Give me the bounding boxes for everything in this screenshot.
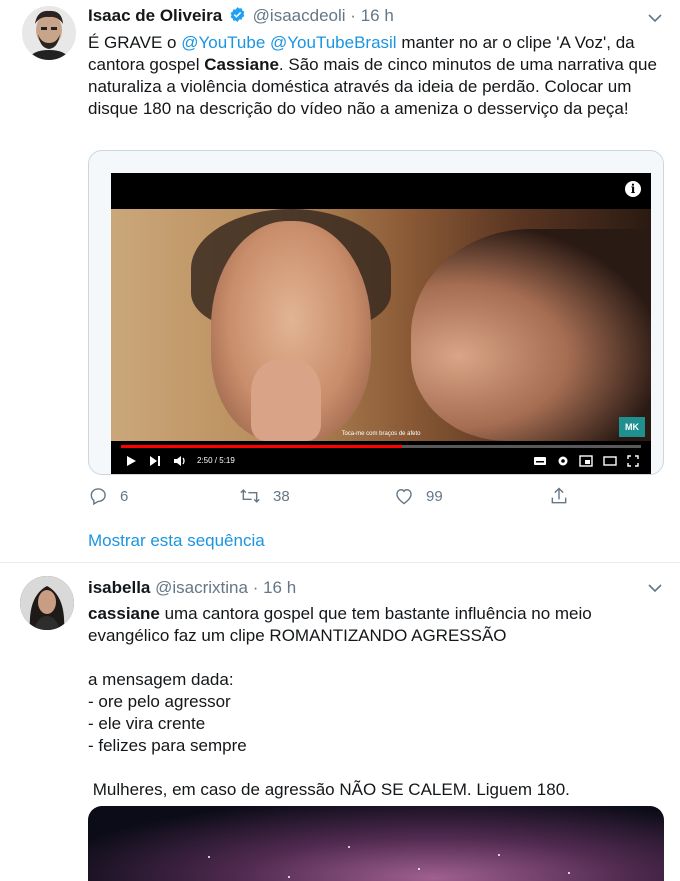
retweet-button[interactable]: 38 (239, 485, 290, 507)
text-line: cassiane uma cantora gospel que tem bast… (88, 603, 658, 647)
tweet-text: É GRAVE o @YouTube @YouTubeBrasil manter… (88, 32, 658, 120)
tweet-time[interactable]: 16 h (263, 578, 296, 597)
author-name[interactable]: isabella (88, 578, 150, 597)
media-card[interactable] (88, 806, 664, 881)
settings-icon[interactable] (557, 455, 569, 467)
like-count: 99 (426, 487, 443, 505)
tweet-text: cassiane uma cantora gospel que tem bast… (88, 603, 658, 801)
play-icon[interactable] (125, 455, 137, 467)
video-controls: 2:50 / 5:19 (111, 441, 651, 474)
author-name[interactable]: Isaac de Oliveira (88, 6, 222, 25)
time-readout: 2:50 / 5:19 (197, 456, 235, 465)
show-thread-link[interactable]: Mostrar esta sequência (88, 531, 265, 551)
star (418, 868, 420, 870)
star (288, 876, 290, 878)
next-icon[interactable] (149, 455, 161, 467)
star (348, 846, 350, 848)
info-icon[interactable]: i (625, 181, 641, 197)
video-subtitle: Toca-me com braços de afeto (341, 431, 421, 437)
miniplayer-icon[interactable] (579, 455, 593, 467)
separator: · (350, 6, 356, 25)
star (208, 856, 210, 858)
progress-bar[interactable] (121, 445, 641, 448)
avatar[interactable] (20, 576, 74, 630)
retweet-icon (239, 486, 261, 506)
author-handle[interactable]: @isaacdeoli (253, 6, 346, 25)
reply-icon (88, 486, 108, 506)
share-button[interactable] (549, 485, 569, 507)
verified-icon (229, 6, 246, 23)
star (498, 854, 500, 856)
reply-count: 6 (120, 487, 129, 505)
text-part: É GRAVE o (88, 33, 182, 52)
share-icon (549, 486, 569, 506)
volume-icon[interactable] (173, 455, 187, 467)
subtitles-icon[interactable] (533, 455, 547, 467)
tweet-actions: 6 38 99 (88, 485, 628, 507)
video-card[interactable]: i Toca-me com braços de afeto MK 2:50 / … (88, 150, 664, 475)
text-line: - ele vira crente (88, 714, 206, 733)
text-line: Mulheres, em caso de agressão NÃO SE CAL… (88, 780, 570, 799)
text-part: uma cantora gospel que tem bastante infl… (88, 604, 592, 645)
tweet-header: Isaac de Oliveira @isaacdeoli · 16 h (88, 6, 394, 26)
chevron-down-icon[interactable] (646, 9, 664, 27)
tweet-isabella[interactable]: isabella @isacrixtina · 16 h cassiane um… (0, 563, 680, 881)
text-line: - ore pelo agressor (88, 692, 231, 711)
tweet-header: isabella @isacrixtina · 16 h (88, 578, 296, 598)
mention-youtubebrasil[interactable]: @YouTubeBrasil (270, 33, 397, 52)
highlight-cassiane: cassiane (88, 604, 160, 623)
reply-button[interactable]: 6 (88, 485, 128, 507)
avatar[interactable] (22, 6, 76, 60)
text-line: - felizes para sempre (88, 736, 247, 755)
retweet-count: 38 (273, 487, 290, 505)
chevron-down-icon[interactable] (646, 579, 664, 597)
video-figure (411, 229, 651, 441)
tweet-isaac[interactable]: Isaac de Oliveira @isaacdeoli · 16 h É G… (0, 0, 680, 563)
star (568, 872, 570, 874)
mention-youtube[interactable]: @YouTube (181, 33, 265, 52)
text-line: a mensagem dada: (88, 670, 234, 689)
channel-logo: MK (619, 417, 645, 437)
theater-icon[interactable] (603, 455, 617, 467)
video-player[interactable]: i Toca-me com braços de afeto MK 2:50 / … (111, 173, 651, 474)
progress-fill (121, 445, 402, 448)
tweet-time[interactable]: 16 h (361, 6, 394, 25)
fullscreen-icon[interactable] (627, 455, 639, 467)
author-handle[interactable]: @isacrixtina (155, 578, 248, 597)
video-frame (111, 209, 651, 441)
separator: · (252, 578, 259, 597)
like-icon (394, 486, 414, 506)
like-button[interactable]: 99 (394, 485, 443, 507)
video-figure (251, 359, 321, 441)
highlight-cassiane: Cassiane (204, 55, 279, 74)
